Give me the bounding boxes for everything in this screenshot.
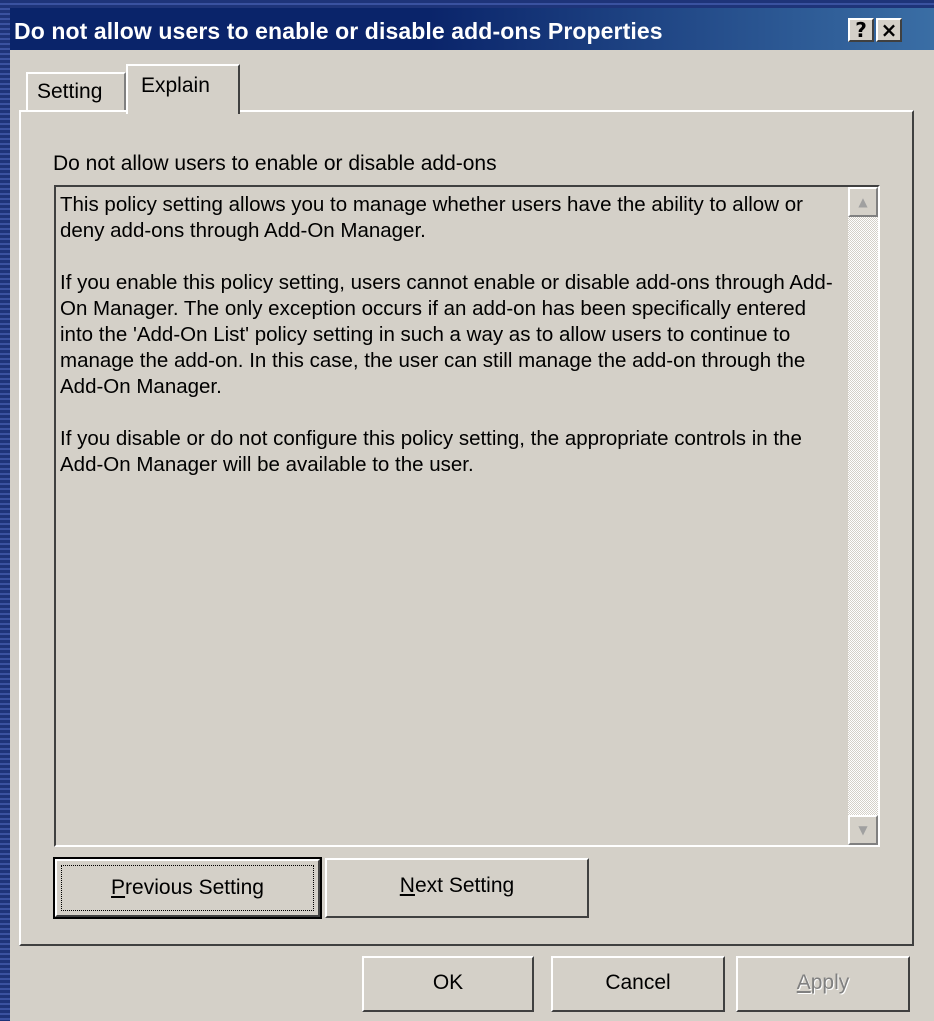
title-bar[interactable]: Do not allow users to enable or disable … [10,8,934,50]
close-button[interactable]: × [876,18,902,42]
explain-paragraph-1: This policy setting allows you to manage… [60,193,803,242]
tab-setting[interactable]: Setting [26,72,126,110]
cancel-label: Cancel [605,971,671,994]
next-setting-label-rest: ext Setting [414,874,515,897]
tab-explain[interactable]: Explain [126,64,240,114]
previous-setting-button[interactable]: Previous Setting [53,857,322,919]
apply-label-rest: pply [810,971,850,994]
ok-label: OK [432,971,464,994]
explain-paragraph-3: If you disable or do not configure this … [60,427,802,476]
scroll-up-arrow-icon[interactable]: ▲ [848,187,878,217]
explain-text-box[interactable]: This policy setting allows you to manage… [54,185,880,847]
explain-paragraph-2: If you enable this policy setting, users… [60,271,833,398]
apply-label: Apply [797,971,850,995]
apply-button[interactable]: Apply [736,956,910,1012]
next-setting-label: Next Setting [400,874,514,898]
scroll-down-arrow-icon[interactable]: ▼ [848,815,878,845]
next-setting-button[interactable]: Next Setting [325,858,589,918]
next-setting-mnemonic: N [399,874,415,897]
policy-name-heading: Do not allow users to enable or disable … [53,152,497,175]
vertical-scrollbar[interactable]: ▲ ▼ [848,187,878,845]
explain-text: This policy setting allows you to manage… [60,192,840,504]
ok-button[interactable]: OK [362,956,534,1012]
window-title: Do not allow users to enable or disable … [14,18,663,44]
focus-rectangle [61,865,314,911]
cancel-button[interactable]: Cancel [551,956,725,1012]
help-button[interactable]: ? [848,18,874,42]
apply-mnemonic: A [796,971,811,994]
